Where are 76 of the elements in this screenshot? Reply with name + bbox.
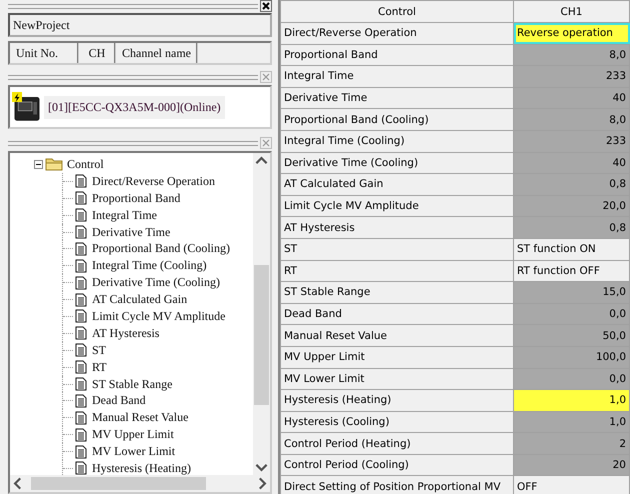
table-cell: Integral Time (Cooling) (280, 130, 514, 152)
table-cell: Limit Cycle MV Amplitude (280, 195, 514, 217)
document-icon (75, 461, 87, 475)
table-cell: Proportional Band (Cooling) (280, 108, 514, 130)
tree-item[interactable]: MV Lower Limit (92, 444, 176, 460)
column-header[interactable]: CH1 (514, 0, 630, 22)
table-cell: ST Stable Range (280, 282, 514, 304)
value-cell[interactable]: Reverse operation (514, 22, 630, 44)
close-icon[interactable] (260, 0, 272, 12)
folder-icon (45, 157, 63, 172)
tree-item[interactable]: AT Hysteresis (92, 326, 160, 341)
table-cell: Hysteresis (Cooling) (280, 411, 514, 433)
tree-item[interactable]: Direct/Reverse Operation (92, 174, 215, 189)
scroll-thumb[interactable] (31, 477, 206, 490)
table-cell: Control Period (Heating) (280, 432, 514, 454)
collapse-icon[interactable] (34, 160, 43, 169)
tree-item[interactable]: RT (92, 360, 107, 375)
table-cell: AT Hysteresis (280, 216, 514, 238)
tree-item[interactable]: Dead Band (92, 393, 146, 408)
tree-item[interactable]: Limit Cycle MV Amplitude (92, 308, 226, 324)
tree-item[interactable]: Integral Time (92, 208, 157, 223)
value-cell[interactable]: RT function OFF (514, 260, 630, 282)
table-cell: Proportional Band (280, 44, 514, 66)
tree-item[interactable]: Derivative Time (Cooling) (92, 275, 220, 290)
tree-item[interactable]: AT Calculated Gain (92, 292, 188, 308)
document-icon (75, 360, 87, 374)
document-icon (75, 326, 87, 340)
table-cell: Direct Setting of Position Proportional MV (280, 476, 514, 494)
table-cell: Control Period (Cooling) (280, 454, 514, 476)
column-header[interactable]: Channel name (116, 43, 198, 63)
controller-icon (12, 92, 42, 122)
table-cell: MV Upper Limit (280, 346, 514, 368)
document-icon (75, 258, 87, 273)
column-header[interactable]: Unit No. (10, 43, 79, 63)
tree-item[interactable]: MV Upper Limit (92, 427, 174, 442)
document-icon (75, 410, 87, 425)
table-cell: ST (280, 238, 514, 260)
document-icon (75, 309, 87, 324)
document-icon (75, 208, 87, 222)
tree-item[interactable]: Manual Reset Value (92, 410, 188, 426)
document-icon (75, 444, 87, 459)
tree-item[interactable]: ST Stable Range (92, 376, 172, 392)
tree-item[interactable]: Proportional Band (92, 190, 180, 206)
tree-item[interactable]: Control (67, 156, 104, 172)
document-icon (75, 394, 87, 408)
document-icon (75, 191, 87, 206)
document-icon (75, 174, 87, 188)
document-icon (75, 276, 87, 290)
document-icon (75, 377, 87, 392)
table-cell: Derivative Time (280, 87, 514, 109)
table-cell: Derivative Time (Cooling) (280, 152, 514, 174)
document-icon (75, 428, 87, 442)
value-cell[interactable]: OFF (514, 476, 630, 494)
document-icon (75, 343, 87, 358)
table-cell: AT Calculated Gain (280, 174, 514, 196)
tree-item[interactable]: Integral Time (Cooling) (92, 258, 207, 274)
column-header[interactable]: CH (79, 43, 116, 63)
device-label[interactable]: [01][E5CC-QX3A5M-000](Online) (44, 96, 225, 118)
column-header[interactable]: Control (280, 0, 514, 22)
table-cell: Integral Time (280, 66, 514, 88)
table-cell: Hysteresis (Heating) (280, 390, 514, 412)
tree-item[interactable]: Hysteresis (Heating) (92, 460, 191, 475)
tree-item[interactable]: Proportional Band (Cooling) (92, 241, 230, 256)
table-cell: RT (280, 260, 514, 282)
table-cell: Manual Reset Value (280, 324, 514, 346)
value-cell[interactable]: ST function ON (514, 238, 630, 260)
document-icon (75, 225, 87, 239)
scroll-thumb[interactable] (254, 265, 269, 405)
tree-item[interactable]: ST (92, 342, 106, 358)
tree-item[interactable]: Derivative Time (92, 224, 170, 240)
table-cell: MV Lower Limit (280, 368, 514, 390)
document-icon (75, 292, 87, 307)
project-name: NewProject (8, 13, 272, 37)
table-cell: Direct/Reverse Operation (280, 22, 514, 44)
table-cell: Dead Band (280, 303, 514, 325)
document-icon (75, 242, 87, 256)
